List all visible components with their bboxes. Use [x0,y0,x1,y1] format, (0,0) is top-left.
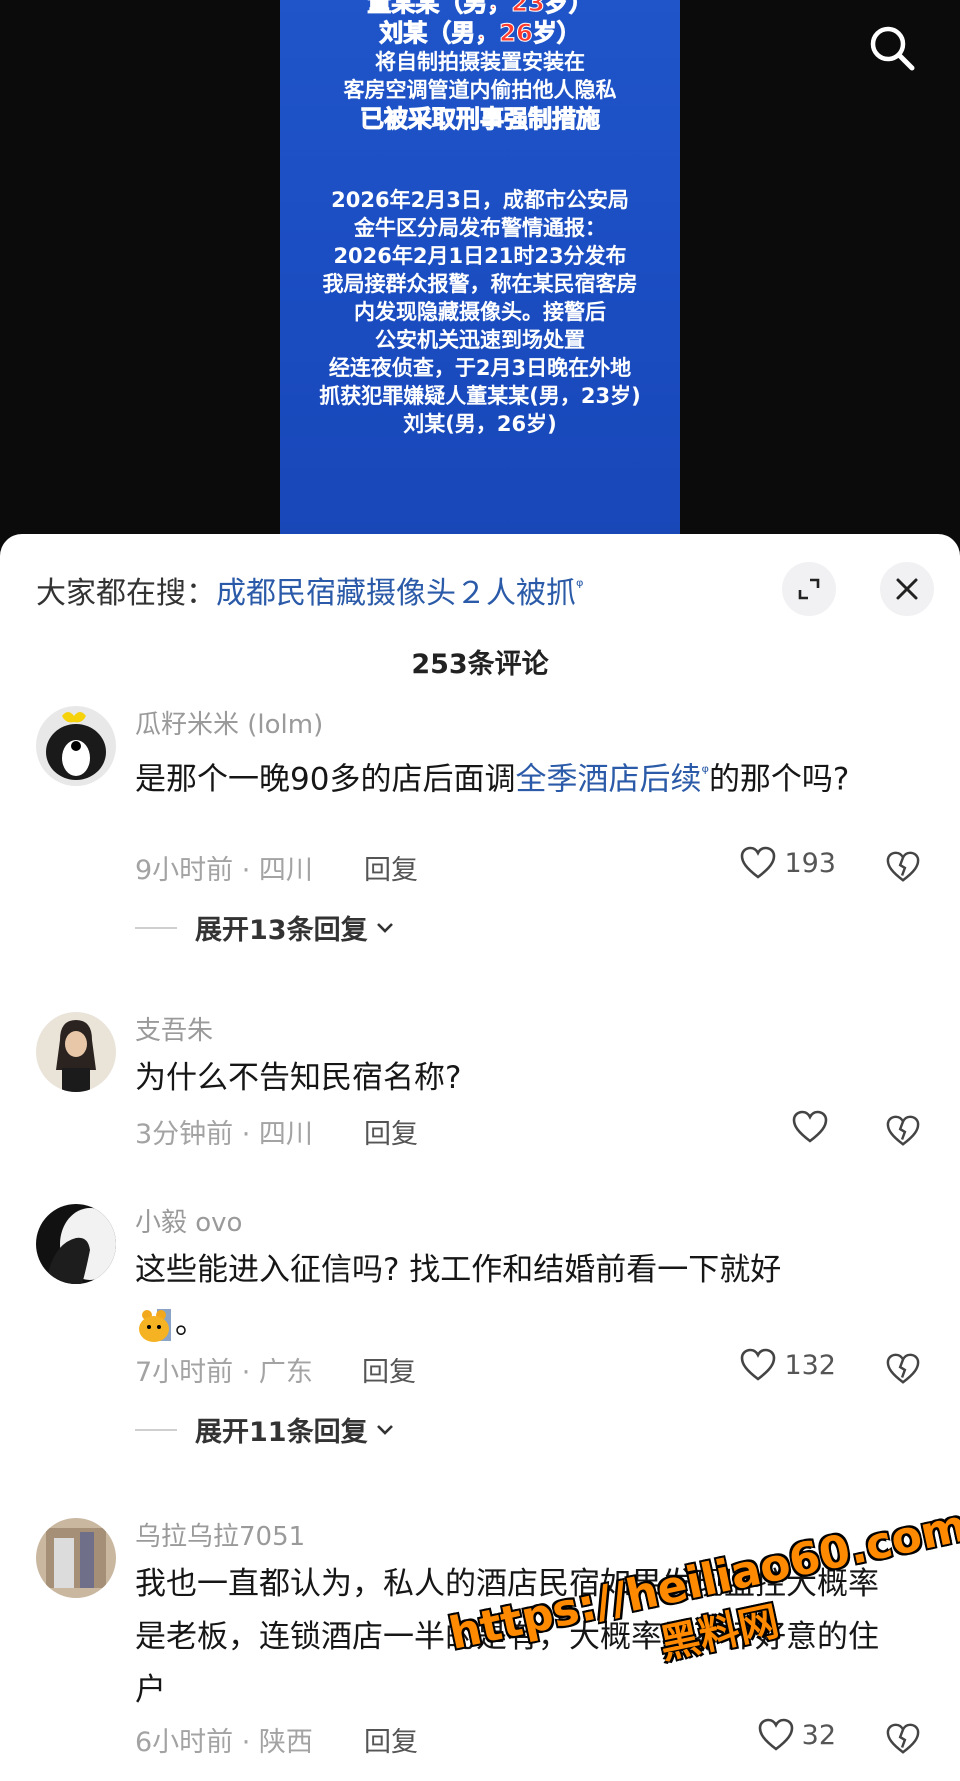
news-poster: 董某某（男，23岁） 刘某（男，26岁） 将自制拍摄装置安装在 客房空调管道内偷… [280,0,680,540]
comment-text-part: 这些能进入征信吗? 找工作和结婚前看一下就好 [135,1252,782,1288]
poster-highlight: 已被采取刑事强制措施 [360,105,601,134]
poster-line: 刘某（男，26岁） [379,19,581,48]
comment-text: 我也一直都认为，私人的酒店民宿如果发现监控大概率是老板，连锁酒店一半的是有，大概… [135,1566,879,1708]
avatar[interactable] [36,1204,116,1284]
expand-replies-button[interactable]: 展开13条回复 [135,908,394,947]
time-location: 6小时前 · 陕西 [135,1727,313,1758]
reply-button[interactable]: 回复 [362,1350,416,1389]
comments-sheet: 大家都在搜：成都民宿藏摄像头２人被抓ᵠ 253条评论 瓜籽米米 (lolm) 是… [0,534,960,1781]
time-location: 9小时前 · 四川 [135,855,313,886]
heart-icon [792,1110,828,1143]
silhouette-avatar-icon [36,1204,116,1284]
close-icon [896,578,918,600]
divider [135,926,177,929]
poster-line: 2026年2月3日，成都市公安局 [331,188,629,212]
reply-button[interactable]: 回复 [364,1112,418,1151]
poster-line: 经连夜侦查，于2月3日晚在外地 [328,356,632,380]
like-button[interactable]: 32 [758,1718,836,1752]
like-button[interactable]: 132 [740,1348,836,1382]
poster-line: 公安机关迅速到场处置 [375,328,585,352]
hot-search-prefix: 大家都在搜： [36,576,216,611]
username[interactable]: 支吾朱 [135,1010,213,1047]
heart-icon [758,1718,793,1751]
dislike-icon[interactable] [886,1352,920,1386]
username[interactable]: 小毅 ovo [135,1202,242,1239]
bear-emoji-icon [135,1305,175,1345]
portrait-avatar-icon [36,1012,116,1092]
poster-line: 2026年2月1日21时23分发布 [333,244,627,268]
comment-text: 为什么不告知民宿名称? [135,1060,462,1096]
poster-line: 刘某(男，26岁) [403,412,557,436]
poster-line: 我局接群众报警，称在某民宿客房 [322,272,638,296]
divider [135,1428,177,1431]
avatar[interactable] [36,706,116,786]
time-location: 3分钟前 · 四川 [135,1119,313,1150]
dislike-icon[interactable] [886,850,920,884]
dislike-icon[interactable] [886,1114,920,1148]
expand-replies-button[interactable]: 展开11条回复 [135,1410,394,1449]
dog-avatar-icon [36,706,116,786]
heart-icon [741,846,776,879]
like-count: 132 [784,1349,836,1381]
search-icon: ᵠ [701,762,709,783]
like-count: 193 [784,847,836,879]
comment-text: 这些能进入征信吗? 找工作和结婚前看一下就好 。 [135,1244,895,1350]
comment-text-part: 是那个一晚90多的店后面调 [135,761,516,798]
video-player[interactable]: 董某某（男，23岁） 刘某（男，26岁） 将自制拍摄装置安装在 客房空调管道内偷… [0,0,960,560]
poster-line: 内发现隐藏摄像头。接警后 [354,300,606,324]
search-icon[interactable] [866,22,918,74]
comment-text: 是那个一晚90多的店后面调全季酒店后续ᵠ的那个吗? [135,746,895,806]
reply-button[interactable]: 回复 [364,848,418,887]
chevron-down-icon [376,922,393,933]
close-button[interactable] [880,562,934,616]
hot-search-bar[interactable]: 大家都在搜：成都民宿藏摄像头２人被抓ᵠ [36,568,583,612]
poster-line: 客房空调管道内偷拍他人隐私 [343,78,617,102]
expand-replies-label: 展开13条回复 [195,915,368,946]
expand-button[interactable] [782,562,836,616]
poster-line: 将自制拍摄装置安装在 [375,50,585,74]
hot-search-keyword[interactable]: 成都民宿藏摄像头２人被抓 [216,576,576,611]
search-link[interactable]: 全季酒店后续 [515,761,701,797]
search-icon: ᵠ [576,576,584,597]
staircase-avatar-icon [36,1518,116,1598]
comment-text-part: 的那个吗? [708,761,850,798]
like-count: 32 [801,1719,836,1751]
avatar[interactable] [36,1518,116,1598]
dislike-icon[interactable] [886,1722,920,1756]
username[interactable]: 瓜籽米米 (lolm) [135,704,323,741]
chevron-down-icon [376,1424,393,1435]
username[interactable]: 乌拉乌拉7051 [135,1516,305,1553]
like-button[interactable]: 193 [740,846,836,880]
poster-line: 金牛区分局发布警情通报： [354,216,606,240]
time-location: 7小时前 · 广东 [135,1357,313,1388]
expand-icon [798,578,820,600]
expand-replies-label: 展开11条回复 [195,1417,368,1448]
like-button[interactable] [792,1110,836,1144]
poster-notice-group: 2026年2月3日，成都市公安局 金牛区分局发布警情通报： 2026年2月1日2… [280,186,680,438]
avatar[interactable] [36,1012,116,1092]
comment-count: 253条评论 [411,649,549,680]
poster-top-group: 董某某（男，23岁） 刘某（男，26岁） 将自制拍摄装置安装在 客房空调管道内偷… [280,0,680,134]
reply-button[interactable]: 回复 [364,1720,418,1759]
heart-icon [741,1348,776,1381]
poster-line: 董某某（男，23岁） [367,0,593,18]
poster-line: 抓获犯罪嫌疑人董某某(男，23岁) [319,384,641,408]
comment-text-part: 。 [175,1305,206,1341]
